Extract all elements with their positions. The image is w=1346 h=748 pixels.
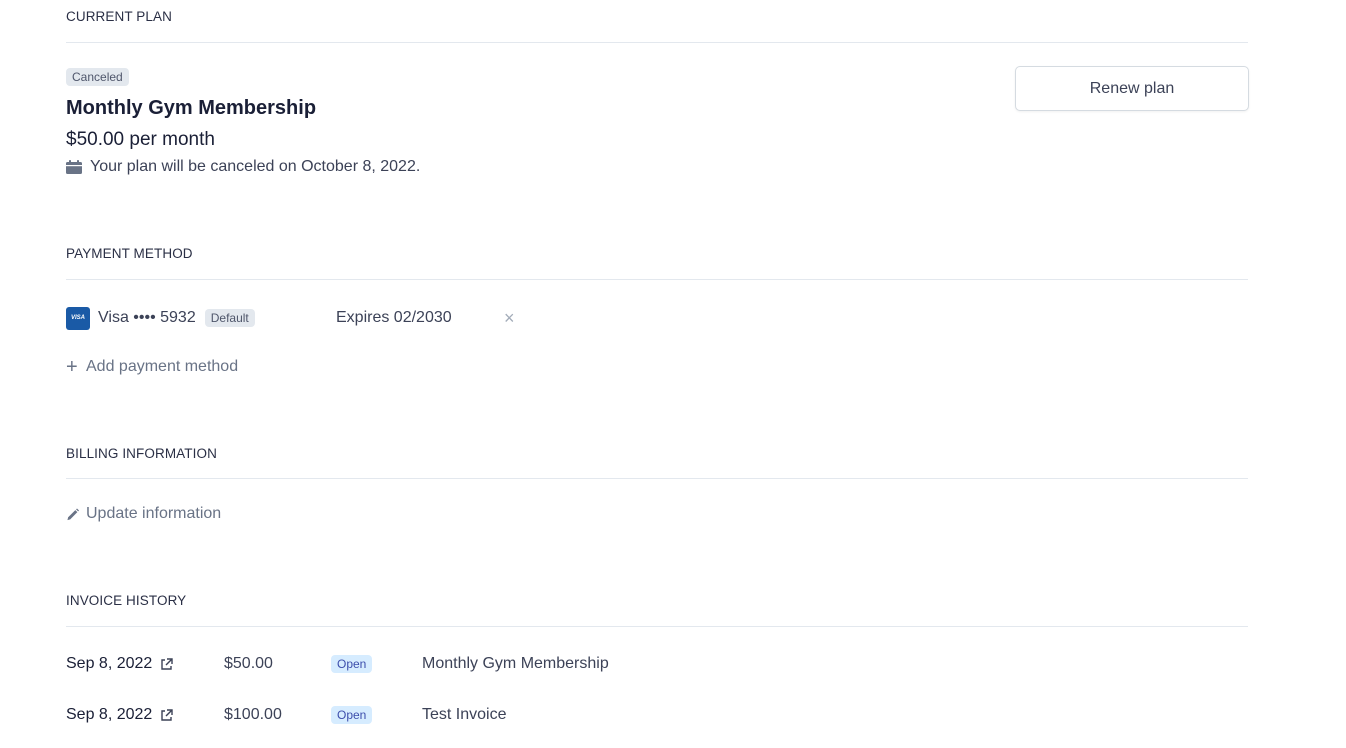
payment-method-row: VISA Visa •••• 5932 Default Expires 02/2…	[66, 306, 566, 330]
payment-method-heading: PAYMENT METHOD	[66, 246, 193, 261]
invoice-date: Sep 8, 2022	[66, 706, 153, 723]
add-payment-method-button[interactable]: + Add payment method	[66, 357, 238, 377]
invoice-date-link[interactable]: Sep 8, 2022	[66, 652, 173, 676]
plan-status-badge-wrap: Canceled	[66, 68, 129, 86]
plus-icon: +	[66, 356, 78, 378]
invoice-date-link[interactable]: Sep 8, 2022	[66, 703, 173, 727]
invoice-amount: $100.00	[224, 706, 282, 723]
invoice-history-heading: INVOICE HISTORY	[66, 593, 187, 608]
remove-card-button[interactable]: ×	[504, 306, 515, 330]
renew-plan-button[interactable]: Renew plan	[1015, 66, 1249, 111]
invoice-status-badge: Open	[331, 655, 373, 673]
billing-information-divider	[66, 478, 1248, 479]
invoice-status-badge: Open	[331, 706, 373, 724]
invoice-history-divider	[66, 626, 1248, 627]
billing-information-heading: BILLING INFORMATION	[66, 446, 217, 461]
billing-portal: CURRENT PLAN Canceled Monthly Gym Member…	[0, 0, 1346, 748]
update-information-button[interactable]: Update information	[66, 505, 221, 523]
invoice-amount: $50.00	[224, 655, 273, 672]
calendar-icon	[66, 160, 82, 174]
payment-method-divider	[66, 279, 1248, 280]
update-information-label: Update information	[86, 505, 222, 522]
card-expiry: Expires 02/2030	[336, 309, 452, 326]
external-link-icon	[161, 657, 173, 670]
plan-cancel-note-text: Your plan will be canceled on October 8,…	[90, 158, 421, 175]
card-label: Visa •••• 5932	[98, 309, 196, 326]
invoice-description: Monthly Gym Membership	[422, 655, 609, 672]
plan-price: $50.00 per month	[66, 129, 215, 150]
add-payment-method-label: Add payment method	[86, 358, 239, 375]
plan-status-badge: Canceled	[66, 68, 129, 86]
invoice-date: Sep 8, 2022	[66, 655, 153, 672]
external-link-icon	[161, 708, 173, 721]
plan-name: Monthly Gym Membership	[66, 97, 317, 119]
pencil-icon	[67, 507, 80, 520]
visa-card-icon: VISA	[66, 306, 90, 330]
current-plan-heading: CURRENT PLAN	[66, 9, 172, 24]
default-badge: Default	[204, 309, 255, 327]
invoice-description: Test Invoice	[422, 706, 507, 723]
current-plan-divider	[66, 42, 1248, 43]
invoice-row[interactable]: Sep 8, 2022 $50.00 Open Monthly Gym Memb…	[66, 652, 1246, 676]
invoice-row[interactable]: Sep 8, 2022 $100.00 Open Test Invoice	[66, 703, 1246, 727]
plan-cancel-note: Your plan will be canceled on October 8,…	[66, 158, 420, 176]
